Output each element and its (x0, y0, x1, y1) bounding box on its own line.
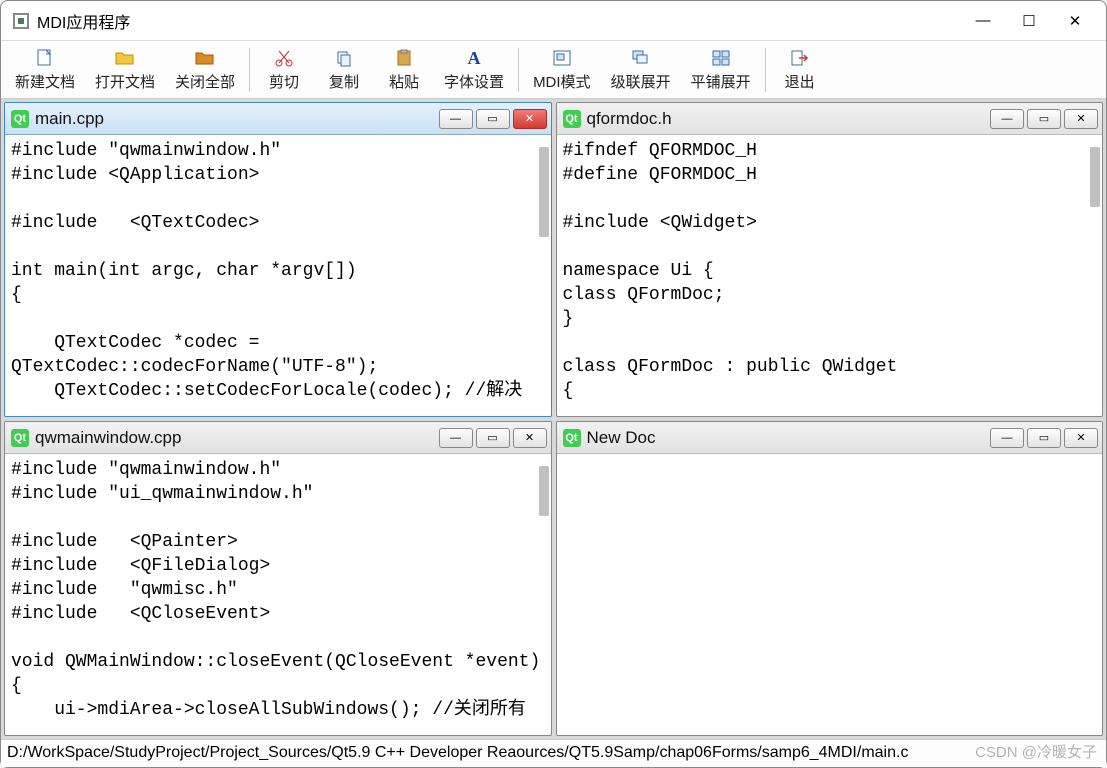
mdi-mode-icon (553, 47, 571, 69)
qt-icon: Qt (11, 429, 29, 447)
close-all-label: 关闭全部 (175, 71, 235, 92)
sub-maximize-button[interactable]: ▭ (476, 109, 510, 129)
cascade-icon (632, 47, 650, 69)
folder-closed-icon (195, 47, 215, 69)
subwindow-title: main.cpp (35, 109, 104, 129)
subwindow-titlebar[interactable]: Qt main.cpp — ▭ ✕ (5, 103, 551, 135)
cut-button[interactable]: 剪切 (254, 44, 314, 96)
cascade-label: 级联展开 (611, 71, 671, 92)
editor-area[interactable]: #include "qwmainwindow.h" #include "ui_q… (5, 454, 551, 735)
mdi-mode-button[interactable]: MDI模式 (523, 44, 601, 96)
subwindow-main-cpp[interactable]: Qt main.cpp — ▭ ✕ #include "qwmainwindow… (4, 102, 552, 417)
editor-area[interactable]: #ifndef QFORMDOC_H #define QFORMDOC_H #i… (557, 135, 1103, 416)
sub-minimize-button[interactable]: — (990, 428, 1024, 448)
subwindow-title: qwmainwindow.cpp (35, 428, 181, 448)
sub-close-button[interactable]: ✕ (513, 428, 547, 448)
subwindow-titlebar[interactable]: Qt qformdoc.h — ▭ ✕ (557, 103, 1103, 135)
subwindow-qformdoc-h[interactable]: Qt qformdoc.h — ▭ ✕ #ifndef QFORMDOC_H #… (556, 102, 1104, 417)
sub-close-button[interactable]: ✕ (1064, 428, 1098, 448)
scrollbar-vertical[interactable] (539, 466, 549, 516)
paste-icon (395, 47, 413, 69)
status-text: D:/WorkSpace/StudyProject/Project_Source… (7, 744, 908, 761)
font-button[interactable]: A 字体设置 (434, 44, 514, 96)
window-title: MDI应用程序 (37, 9, 130, 33)
maximize-button[interactable]: ☐ (1006, 3, 1052, 39)
new-doc-button[interactable]: 新建文档 (5, 44, 85, 96)
paste-label: 粘贴 (389, 71, 419, 92)
editor-area[interactable] (557, 454, 1103, 735)
editor-content[interactable] (557, 454, 1103, 462)
paste-button[interactable]: 粘贴 (374, 44, 434, 96)
sub-maximize-button[interactable]: ▭ (1027, 109, 1061, 129)
close-button[interactable]: ✕ (1052, 3, 1098, 39)
new-file-icon (37, 47, 53, 69)
titlebar: MDI应用程序 — ☐ ✕ (1, 1, 1106, 41)
copy-label: 复制 (329, 71, 359, 92)
subwindow-title: New Doc (587, 428, 656, 448)
app-icon (13, 13, 29, 29)
mdi-area[interactable]: Qt main.cpp — ▭ ✕ #include "qwmainwindow… (1, 99, 1106, 739)
main-window: MDI应用程序 — ☐ ✕ 新建文档 打开文档 关闭全部 (0, 0, 1107, 768)
scrollbar-vertical[interactable] (1090, 147, 1100, 207)
scissors-icon (275, 47, 293, 69)
copy-icon (335, 47, 353, 69)
subwindow-titlebar[interactable]: Qt qwmainwindow.cpp — ▭ ✕ (5, 422, 551, 454)
qt-icon: Qt (11, 110, 29, 128)
subwindow-new-doc[interactable]: Qt New Doc — ▭ ✕ (556, 421, 1104, 736)
sub-minimize-button[interactable]: — (439, 109, 473, 129)
sub-maximize-button[interactable]: ▭ (476, 428, 510, 448)
sub-minimize-button[interactable]: — (439, 428, 473, 448)
editor-content[interactable]: #ifndef QFORMDOC_H #define QFORMDOC_H #i… (557, 135, 1103, 407)
qt-icon: Qt (563, 110, 581, 128)
exit-button[interactable]: 退出 (770, 44, 830, 96)
toolbar-separator (249, 48, 250, 92)
exit-label: 退出 (785, 71, 815, 92)
subwindow-qwmainwindow-cpp[interactable]: Qt qwmainwindow.cpp — ▭ ✕ #include "qwma… (4, 421, 552, 736)
tile-button[interactable]: 平铺展开 (681, 44, 761, 96)
exit-icon (791, 47, 809, 69)
subwindow-title: qformdoc.h (587, 109, 672, 129)
sub-minimize-button[interactable]: — (990, 109, 1024, 129)
copy-button[interactable]: 复制 (314, 44, 374, 96)
tile-label: 平铺展开 (691, 71, 751, 92)
qt-icon: Qt (563, 429, 581, 447)
cut-label: 剪切 (269, 71, 299, 92)
editor-content[interactable]: #include "qwmainwindow.h" #include <QApp… (5, 135, 551, 407)
toolbar-separator (518, 48, 519, 92)
cascade-button[interactable]: 级联展开 (601, 44, 681, 96)
sub-maximize-button[interactable]: ▭ (1027, 428, 1061, 448)
close-all-button[interactable]: 关闭全部 (165, 44, 245, 96)
open-doc-label: 打开文档 (95, 71, 155, 92)
scrollbar-vertical[interactable] (539, 147, 549, 237)
folder-open-icon (115, 47, 135, 69)
mdi-mode-label: MDI模式 (533, 71, 591, 92)
open-doc-button[interactable]: 打开文档 (85, 44, 165, 96)
new-doc-label: 新建文档 (15, 71, 75, 92)
tile-icon (712, 47, 730, 69)
editor-content[interactable]: #include "qwmainwindow.h" #include "ui_q… (5, 454, 551, 726)
minimize-button[interactable]: — (960, 3, 1006, 39)
editor-area[interactable]: #include "qwmainwindow.h" #include <QApp… (5, 135, 551, 416)
font-label: 字体设置 (444, 71, 504, 92)
statusbar: D:/WorkSpace/StudyProject/Project_Source… (1, 739, 1106, 767)
sub-close-button[interactable]: ✕ (513, 109, 547, 129)
toolbar-separator (765, 48, 766, 92)
font-a-icon: A (468, 47, 481, 69)
toolbar: 新建文档 打开文档 关闭全部 剪切 复制 (1, 41, 1106, 99)
subwindow-titlebar[interactable]: Qt New Doc — ▭ ✕ (557, 422, 1103, 454)
sub-close-button[interactable]: ✕ (1064, 109, 1098, 129)
